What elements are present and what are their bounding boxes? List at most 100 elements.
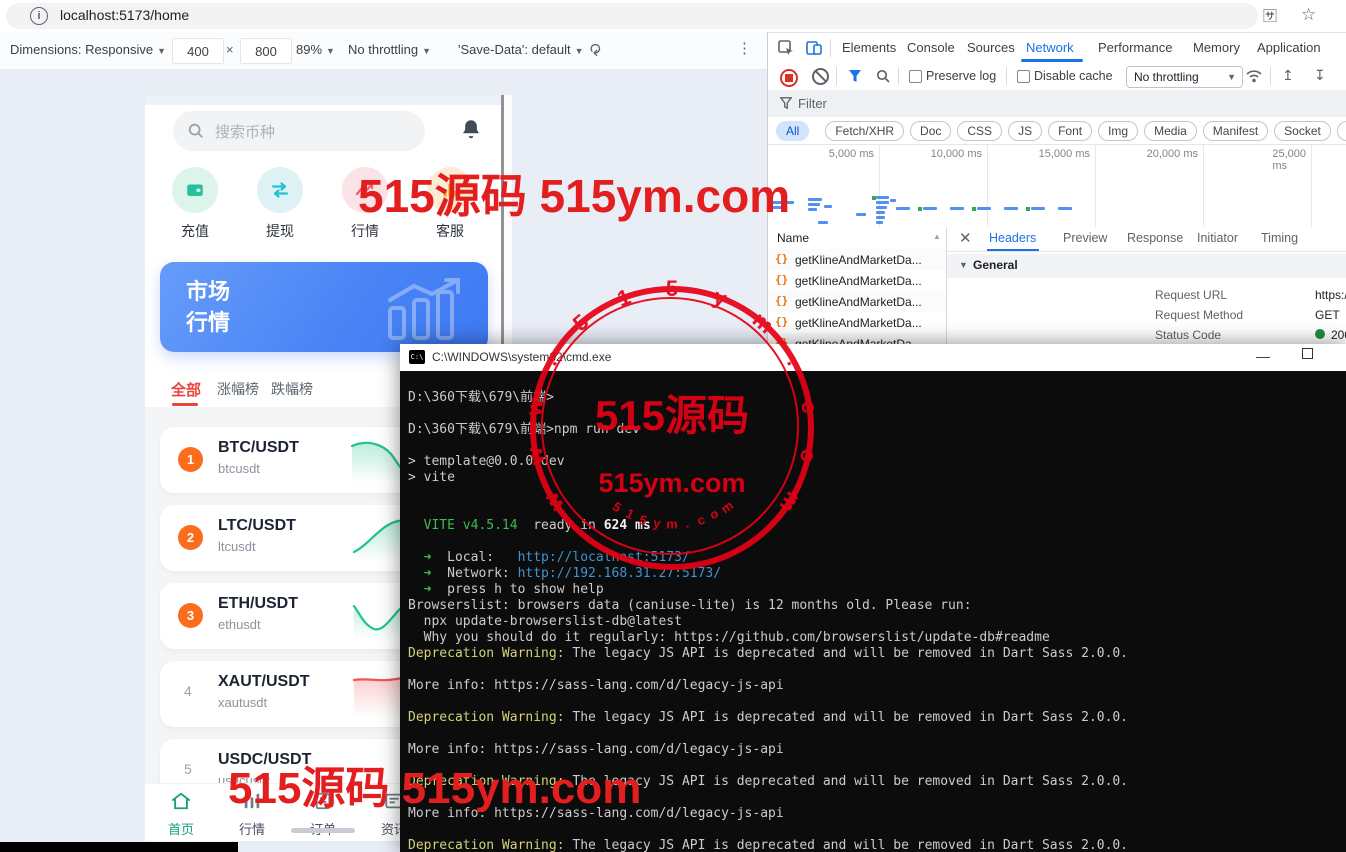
preserve-log-checkbox[interactable]	[909, 70, 922, 83]
tab-performance[interactable]: Performance	[1098, 40, 1172, 55]
filter-chips: All Fetch/XHR Doc CSS JS Font Img Media …	[768, 117, 1346, 145]
chip-img[interactable]: Img	[1098, 120, 1139, 141]
wallet-icon	[187, 184, 203, 196]
chevron-down-icon: ▼	[422, 46, 432, 56]
stamp-text-main: 515源码	[594, 392, 750, 439]
bottom-black-strip	[0, 842, 238, 852]
tab-network[interactable]: Network	[1026, 40, 1074, 55]
site-info-icon[interactable]: i	[30, 7, 48, 25]
viewport-height-input[interactable]	[240, 38, 292, 64]
clear-icon[interactable]	[812, 68, 829, 85]
rotate-device-icon[interactable]: ⟳	[585, 43, 605, 56]
dimensions-times: ×	[226, 42, 234, 57]
throttling-dropdown[interactable]: No throttling ▼	[348, 42, 431, 57]
network-conditions-icon[interactable]	[1246, 68, 1262, 84]
close-icon[interactable]: ✕	[959, 229, 972, 247]
maximize-icon[interactable]	[1302, 348, 1313, 359]
chip-manifest[interactable]: Manifest	[1202, 120, 1269, 141]
chip-font[interactable]: Font	[1048, 120, 1093, 141]
tab-elements[interactable]: Elements	[842, 40, 896, 55]
tab-all[interactable]: 全部	[171, 379, 201, 400]
banner-chart-icon	[388, 278, 460, 340]
tab-memory[interactable]: Memory	[1193, 40, 1240, 55]
network-overview-timeline[interactable]: 5,000 ms 10,000 ms 15,000 ms 20,000 ms 2…	[768, 145, 1346, 228]
tab-application[interactable]: Application	[1257, 40, 1321, 55]
tab-losers[interactable]: 跌幅榜	[271, 379, 313, 399]
caret-down-icon: ▼	[959, 260, 968, 270]
network-toolbar: Preserve log Disable cache No throttling…	[768, 62, 1346, 91]
request-details-tabs: ✕ Headers Preview Response Initiator Tim…	[947, 227, 1346, 252]
tab-headers[interactable]: Headers	[989, 231, 1036, 245]
market-banner[interactable]: 市场 行情	[160, 262, 488, 352]
chevron-down-icon: ▼	[157, 46, 166, 56]
cmd-icon: C:\	[409, 350, 425, 364]
disable-cache-label: Disable cache	[1034, 69, 1113, 83]
header-value: https://679.1.haiwaiym26.top/api/inc	[1315, 288, 1346, 302]
tab-preview[interactable]: Preview	[1063, 231, 1107, 245]
home-icon	[171, 792, 191, 810]
inspect-icon[interactable]	[778, 40, 794, 56]
export-har-icon[interactable]: ↧	[1314, 67, 1326, 84]
dimensions-dropdown[interactable]: Dimensions: Responsive ▼	[10, 42, 166, 57]
quick-action-deposit[interactable]: 充值	[160, 167, 230, 241]
active-tab-underline	[987, 249, 1039, 251]
import-har-icon[interactable]: ↥	[1282, 67, 1294, 84]
tab-initiator[interactable]: Initiator	[1197, 231, 1238, 245]
header-value: GET	[1315, 308, 1340, 322]
chip-doc[interactable]: Doc	[910, 120, 952, 141]
search-bar[interactable]	[173, 111, 425, 151]
json-request-icon: {}	[775, 273, 789, 286]
record-icon[interactable]	[780, 69, 798, 87]
chevron-down-icon: ▼	[326, 46, 335, 56]
translate-icon[interactable]: 🈂	[1263, 6, 1277, 26]
chip-wasm[interactable]: Wasm	[1336, 120, 1346, 141]
bookmark-star-icon[interactable]: ☆	[1301, 5, 1316, 25]
device-toolbar-icon[interactable]	[806, 40, 822, 56]
save-data-dropdown[interactable]: 'Save-Data': default ▼	[458, 42, 584, 57]
scroll-up-icon[interactable]: ▲	[933, 232, 941, 241]
filter-funnel-icon	[780, 97, 792, 109]
header-label: Status Code	[1155, 328, 1222, 342]
terminal-line: Deprecation Warning: The legacy JS API i…	[408, 838, 1129, 852]
tab-gainers[interactable]: 涨幅榜	[217, 379, 259, 399]
search-input[interactable]	[213, 115, 407, 149]
disable-cache-checkbox[interactable]	[1017, 70, 1030, 83]
throttling-select[interactable]: No throttling ▼	[1126, 66, 1243, 88]
search-icon[interactable]	[876, 69, 890, 83]
tab-timing[interactable]: Timing	[1261, 231, 1298, 245]
tab-sources[interactable]: Sources	[967, 40, 1015, 55]
terminal-line: Deprecation Warning: The legacy JS API i…	[408, 646, 1129, 661]
terminal-line: ➜ press h to show help	[408, 582, 604, 597]
tab-response[interactable]: Response	[1127, 231, 1183, 245]
viewport-width-input[interactable]	[172, 38, 224, 64]
bell-icon[interactable]	[458, 117, 484, 143]
chip-fetch-xhr[interactable]: Fetch/XHR	[825, 120, 905, 141]
devtools-tab-bar: Elements Console Sources Network Perform…	[768, 33, 1346, 63]
screen: i localhost:5173/home 🈂 ☆ Dimensions: Re…	[0, 0, 1346, 852]
terminal-line: > vite	[408, 470, 455, 485]
header-label: Request Method	[1155, 308, 1244, 322]
chip-css[interactable]: CSS	[957, 120, 1003, 141]
chip-media[interactable]: Media	[1144, 120, 1197, 141]
terminal-line: More info: https://sass-lang.com/d/legac…	[408, 678, 784, 693]
general-section-header[interactable]: ▼ General	[947, 254, 1346, 278]
home-indicator[interactable]	[291, 828, 355, 833]
network-filter-row: Filter	[768, 90, 1346, 118]
url-text[interactable]: localhost:5173/home	[60, 7, 189, 23]
chevron-down-icon: ▼	[574, 46, 584, 56]
rank-number: 4	[184, 683, 192, 699]
chip-js[interactable]: JS	[1008, 120, 1043, 141]
status-strip	[145, 95, 501, 105]
filter-funnel-icon[interactable]	[848, 69, 862, 83]
more-options-icon[interactable]: ⋮	[737, 39, 752, 57]
tab-console[interactable]: Console	[907, 40, 955, 55]
zoom-dropdown[interactable]: 89% ▼	[296, 42, 335, 57]
minimize-icon[interactable]: —	[1256, 348, 1270, 364]
quick-action-withdraw[interactable]: 提现	[245, 167, 315, 241]
filter-input[interactable]: Filter	[798, 96, 827, 111]
request-row[interactable]: {}getKlineAndMarketDa...	[768, 249, 946, 270]
nav-home[interactable]: 首页	[153, 791, 209, 838]
chip-all[interactable]: All	[776, 120, 810, 141]
chip-socket[interactable]: Socket	[1274, 120, 1331, 141]
url-pill[interactable]	[6, 3, 1258, 29]
